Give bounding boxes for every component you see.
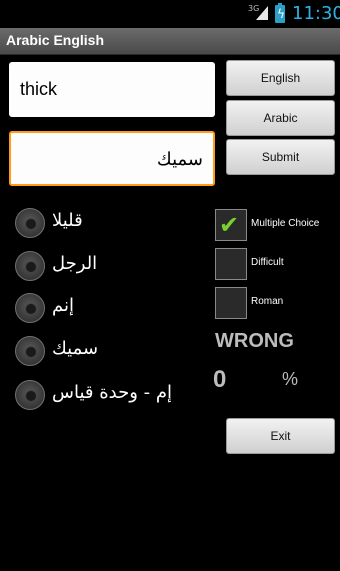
option-label: Roman	[251, 296, 284, 307]
checkbox[interactable]	[215, 248, 247, 280]
option-roman[interactable]: Roman	[215, 287, 340, 321]
signal-icon	[256, 6, 268, 20]
option-label: Multiple Choice	[251, 218, 320, 229]
choice-option[interactable]: الرجل	[12, 249, 212, 285]
choice-option[interactable]: إم - وحدة قياس	[12, 378, 212, 414]
english-button[interactable]: English	[226, 60, 335, 96]
choice-option[interactable]: قليلا	[12, 206, 212, 242]
choice-label: سميك	[52, 338, 99, 359]
radio-button[interactable]	[15, 251, 45, 281]
choice-option[interactable]: إنم	[12, 291, 212, 327]
choice-option[interactable]: سميك	[12, 334, 212, 370]
submit-button[interactable]: Submit	[226, 139, 335, 175]
checkbox[interactable]: ✔	[215, 209, 247, 241]
title-bar: Arabic English	[0, 28, 340, 55]
option-multiple-choice[interactable]: ✔ Multiple Choice	[215, 209, 340, 243]
battery-charging-icon: ϟ	[275, 3, 285, 23]
score-unit: %	[282, 369, 299, 389]
choice-label: إم - وحدة قياس	[52, 382, 172, 403]
english-input-value: thick	[20, 79, 58, 99]
choice-label: إنم	[52, 295, 74, 316]
radio-button[interactable]	[15, 293, 45, 323]
choice-label: قليلا	[52, 210, 83, 231]
arabic-button[interactable]: Arabic	[226, 100, 335, 136]
option-difficult[interactable]: Difficult	[215, 248, 340, 282]
option-label: Difficult	[251, 257, 284, 268]
choice-label: الرجل	[52, 253, 98, 274]
radio-button[interactable]	[15, 336, 45, 366]
score-value: 0	[213, 366, 227, 393]
exit-button[interactable]: Exit	[226, 418, 335, 454]
result-status: WRONG	[215, 330, 294, 352]
checkmark-icon: ✔	[219, 211, 240, 239]
clock: 11:30	[292, 3, 340, 24]
arabic-input-value: سميك	[156, 149, 203, 169]
radio-button[interactable]	[15, 380, 45, 410]
checkbox[interactable]	[215, 287, 247, 319]
radio-button[interactable]	[15, 208, 45, 238]
english-input[interactable]: thick	[9, 62, 215, 117]
arabic-input[interactable]: سميك	[9, 131, 215, 186]
app-title: Arabic English	[6, 32, 105, 48]
status-bar: 3G ϟ 11:30	[0, 0, 340, 28]
